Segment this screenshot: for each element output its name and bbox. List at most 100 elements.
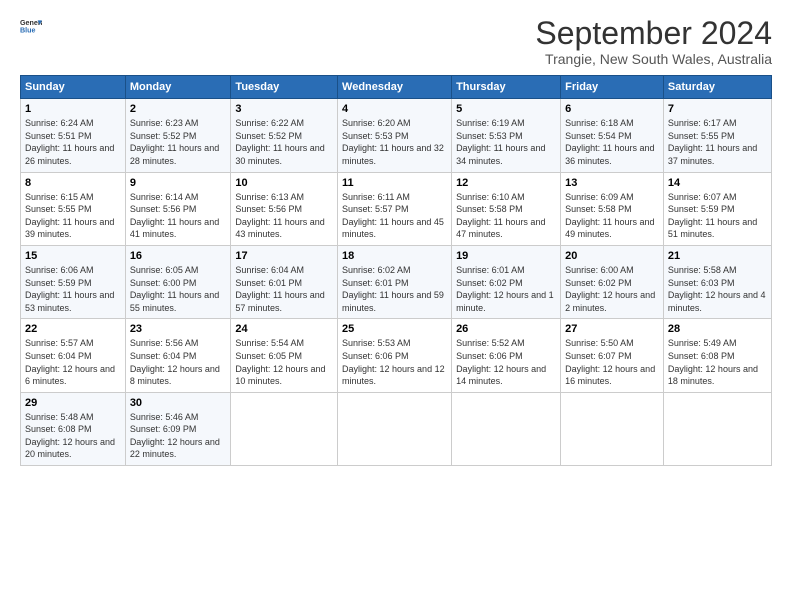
day-info: Sunrise: 6:05 AMSunset: 6:00 PMDaylight:… <box>130 265 219 313</box>
header-sunday: Sunday <box>21 76 126 99</box>
day-info: Sunrise: 5:50 AMSunset: 6:07 PMDaylight:… <box>565 338 655 386</box>
logo: General Blue <box>20 16 42 43</box>
logo-icon: General Blue <box>20 16 42 38</box>
week-row-1: 1 Sunrise: 6:24 AMSunset: 5:51 PMDayligh… <box>21 99 772 172</box>
day-number: 28 <box>668 323 767 335</box>
calendar-cell: 28 Sunrise: 5:49 AMSunset: 6:08 PMDaylig… <box>663 319 771 392</box>
calendar-cell: 18 Sunrise: 6:02 AMSunset: 6:01 PMDaylig… <box>338 245 452 318</box>
day-info: Sunrise: 6:22 AMSunset: 5:52 PMDaylight:… <box>235 118 324 166</box>
calendar-cell: 25 Sunrise: 5:53 AMSunset: 6:06 PMDaylig… <box>338 319 452 392</box>
day-number: 22 <box>25 323 121 335</box>
header-monday: Monday <box>125 76 231 99</box>
calendar-cell: 17 Sunrise: 6:04 AMSunset: 6:01 PMDaylig… <box>231 245 338 318</box>
calendar-cell: 27 Sunrise: 5:50 AMSunset: 6:07 PMDaylig… <box>561 319 664 392</box>
calendar-cell: 22 Sunrise: 5:57 AMSunset: 6:04 PMDaylig… <box>21 319 126 392</box>
title-block: September 2024 Trangie, New South Wales,… <box>535 16 772 67</box>
day-info: Sunrise: 5:58 AMSunset: 6:03 PMDaylight:… <box>668 265 766 313</box>
calendar-cell: 10 Sunrise: 6:13 AMSunset: 5:56 PMDaylig… <box>231 172 338 245</box>
header-friday: Friday <box>561 76 664 99</box>
day-info: Sunrise: 6:19 AMSunset: 5:53 PMDaylight:… <box>456 118 545 166</box>
calendar-cell <box>231 392 338 465</box>
day-number: 11 <box>342 177 447 189</box>
day-info: Sunrise: 6:23 AMSunset: 5:52 PMDaylight:… <box>130 118 219 166</box>
day-info: Sunrise: 6:00 AMSunset: 6:02 PMDaylight:… <box>565 265 655 313</box>
calendar-cell: 16 Sunrise: 6:05 AMSunset: 6:00 PMDaylig… <box>125 245 231 318</box>
day-number: 1 <box>25 103 121 115</box>
calendar-cell: 24 Sunrise: 5:54 AMSunset: 6:05 PMDaylig… <box>231 319 338 392</box>
calendar-cell: 6 Sunrise: 6:18 AMSunset: 5:54 PMDayligh… <box>561 99 664 172</box>
day-number: 29 <box>25 397 121 409</box>
day-number: 23 <box>130 323 227 335</box>
day-number: 13 <box>565 177 659 189</box>
calendar-cell: 9 Sunrise: 6:14 AMSunset: 5:56 PMDayligh… <box>125 172 231 245</box>
calendar-cell: 13 Sunrise: 6:09 AMSunset: 5:58 PMDaylig… <box>561 172 664 245</box>
day-number: 7 <box>668 103 767 115</box>
day-number: 5 <box>456 103 556 115</box>
day-number: 18 <box>342 250 447 262</box>
svg-text:Blue: Blue <box>20 27 36 35</box>
calendar-cell: 15 Sunrise: 6:06 AMSunset: 5:59 PMDaylig… <box>21 245 126 318</box>
day-info: Sunrise: 5:57 AMSunset: 6:04 PMDaylight:… <box>25 338 115 386</box>
page-subtitle: Trangie, New South Wales, Australia <box>535 51 772 67</box>
calendar-table: Sunday Monday Tuesday Wednesday Thursday… <box>20 75 772 466</box>
calendar-cell: 12 Sunrise: 6:10 AMSunset: 5:58 PMDaylig… <box>452 172 561 245</box>
calendar-page: General Blue September 2024 Trangie, New… <box>0 0 792 612</box>
calendar-cell <box>338 392 452 465</box>
week-row-3: 15 Sunrise: 6:06 AMSunset: 5:59 PMDaylig… <box>21 245 772 318</box>
calendar-cell: 1 Sunrise: 6:24 AMSunset: 5:51 PMDayligh… <box>21 99 126 172</box>
calendar-cell: 23 Sunrise: 5:56 AMSunset: 6:04 PMDaylig… <box>125 319 231 392</box>
day-info: Sunrise: 6:15 AMSunset: 5:55 PMDaylight:… <box>25 192 114 240</box>
day-number: 12 <box>456 177 556 189</box>
day-number: 2 <box>130 103 227 115</box>
day-info: Sunrise: 6:17 AMSunset: 5:55 PMDaylight:… <box>668 118 757 166</box>
day-number: 9 <box>130 177 227 189</box>
day-info: Sunrise: 5:56 AMSunset: 6:04 PMDaylight:… <box>130 338 220 386</box>
day-number: 20 <box>565 250 659 262</box>
calendar-cell: 29 Sunrise: 5:48 AMSunset: 6:08 PMDaylig… <box>21 392 126 465</box>
day-info: Sunrise: 5:54 AMSunset: 6:05 PMDaylight:… <box>235 338 325 386</box>
day-number: 10 <box>235 177 333 189</box>
day-info: Sunrise: 6:02 AMSunset: 6:01 PMDaylight:… <box>342 265 444 313</box>
day-number: 26 <box>456 323 556 335</box>
day-number: 17 <box>235 250 333 262</box>
svg-text:General: General <box>20 19 42 27</box>
day-number: 27 <box>565 323 659 335</box>
day-info: Sunrise: 6:11 AMSunset: 5:57 PMDaylight:… <box>342 192 444 240</box>
day-info: Sunrise: 6:04 AMSunset: 6:01 PMDaylight:… <box>235 265 324 313</box>
day-number: 3 <box>235 103 333 115</box>
week-row-5: 29 Sunrise: 5:48 AMSunset: 6:08 PMDaylig… <box>21 392 772 465</box>
day-info: Sunrise: 5:49 AMSunset: 6:08 PMDaylight:… <box>668 338 758 386</box>
day-info: Sunrise: 6:06 AMSunset: 5:59 PMDaylight:… <box>25 265 114 313</box>
week-row-2: 8 Sunrise: 6:15 AMSunset: 5:55 PMDayligh… <box>21 172 772 245</box>
day-info: Sunrise: 6:24 AMSunset: 5:51 PMDaylight:… <box>25 118 114 166</box>
day-number: 15 <box>25 250 121 262</box>
calendar-cell <box>561 392 664 465</box>
page-title: September 2024 <box>535 16 772 51</box>
day-info: Sunrise: 6:10 AMSunset: 5:58 PMDaylight:… <box>456 192 545 240</box>
weekday-header-row: Sunday Monday Tuesday Wednesday Thursday… <box>21 76 772 99</box>
calendar-cell: 26 Sunrise: 5:52 AMSunset: 6:06 PMDaylig… <box>452 319 561 392</box>
day-number: 6 <box>565 103 659 115</box>
header-wednesday: Wednesday <box>338 76 452 99</box>
calendar-cell <box>452 392 561 465</box>
calendar-cell: 21 Sunrise: 5:58 AMSunset: 6:03 PMDaylig… <box>663 245 771 318</box>
day-number: 25 <box>342 323 447 335</box>
header-thursday: Thursday <box>452 76 561 99</box>
header-tuesday: Tuesday <box>231 76 338 99</box>
day-info: Sunrise: 5:52 AMSunset: 6:06 PMDaylight:… <box>456 338 546 386</box>
day-info: Sunrise: 5:46 AMSunset: 6:09 PMDaylight:… <box>130 412 220 460</box>
calendar-cell: 3 Sunrise: 6:22 AMSunset: 5:52 PMDayligh… <box>231 99 338 172</box>
header-saturday: Saturday <box>663 76 771 99</box>
calendar-cell: 30 Sunrise: 5:46 AMSunset: 6:09 PMDaylig… <box>125 392 231 465</box>
day-number: 4 <box>342 103 447 115</box>
day-info: Sunrise: 6:13 AMSunset: 5:56 PMDaylight:… <box>235 192 324 240</box>
calendar-cell: 19 Sunrise: 6:01 AMSunset: 6:02 PMDaylig… <box>452 245 561 318</box>
calendar-cell: 5 Sunrise: 6:19 AMSunset: 5:53 PMDayligh… <box>452 99 561 172</box>
day-number: 16 <box>130 250 227 262</box>
day-info: Sunrise: 6:14 AMSunset: 5:56 PMDaylight:… <box>130 192 219 240</box>
day-info: Sunrise: 6:18 AMSunset: 5:54 PMDaylight:… <box>565 118 654 166</box>
calendar-cell <box>663 392 771 465</box>
calendar-cell: 2 Sunrise: 6:23 AMSunset: 5:52 PMDayligh… <box>125 99 231 172</box>
day-number: 8 <box>25 177 121 189</box>
day-info: Sunrise: 6:09 AMSunset: 5:58 PMDaylight:… <box>565 192 654 240</box>
